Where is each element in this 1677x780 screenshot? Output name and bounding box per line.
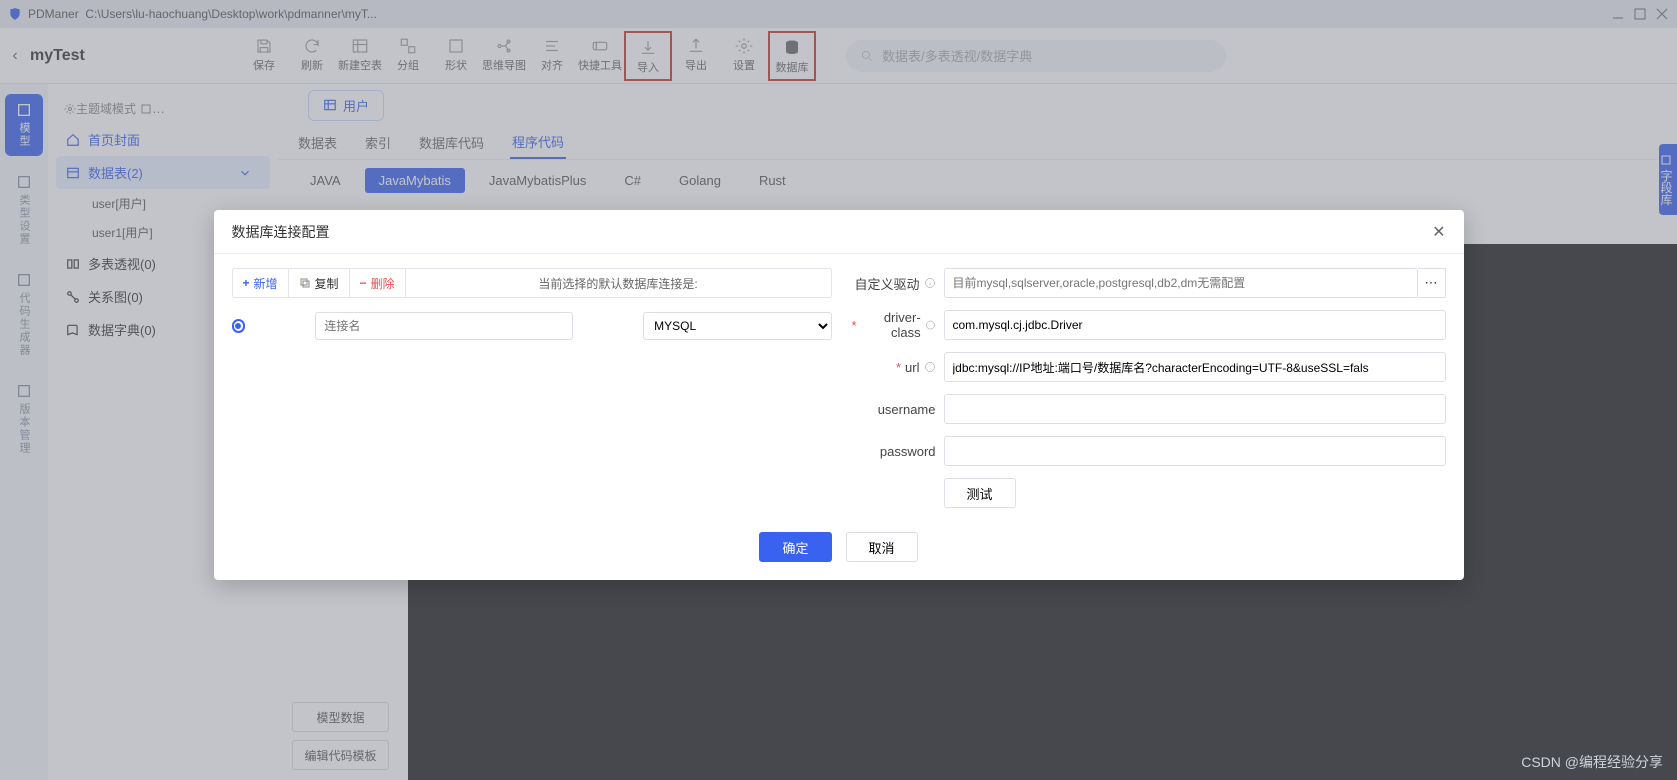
info-icon (924, 277, 936, 289)
modal-overlay: 数据库连接配置 ✕ +新增 复制 −删除 当前选择的默认数据库连接是: MYSQ… (0, 0, 1677, 780)
info-icon (925, 319, 936, 331)
conn-radio[interactable] (232, 319, 246, 333)
delete-conn-button[interactable]: −删除 (350, 269, 406, 297)
watermark: CSDN @编程经验分享 (1521, 752, 1663, 772)
url-input[interactable] (944, 352, 1446, 382)
url-label: *url (852, 360, 944, 375)
ok-button[interactable]: 确定 (759, 532, 831, 562)
info-icon (924, 361, 936, 373)
default-conn-hint: 当前选择的默认数据库连接是: (406, 269, 831, 297)
driver-more-button[interactable]: ⋯ (1418, 268, 1446, 298)
connection-row: MYSQL (232, 312, 832, 340)
driver-class-label: *driver-class (852, 310, 944, 340)
close-icon[interactable]: ✕ (1432, 222, 1445, 242)
copy-conn-button[interactable]: 复制 (289, 269, 350, 297)
conn-name-input[interactable] (315, 312, 573, 340)
password-input[interactable] (944, 436, 1446, 466)
copy-icon (299, 277, 311, 289)
modal-left: +新增 复制 −删除 当前选择的默认数据库连接是: MYSQL (232, 268, 832, 508)
db-connection-modal: 数据库连接配置 ✕ +新增 复制 −删除 当前选择的默认数据库连接是: MYSQ… (214, 210, 1464, 580)
test-conn-button[interactable]: 测试 (944, 478, 1016, 508)
modal-footer: 确定 取消 (214, 522, 1464, 580)
modal-header: 数据库连接配置 ✕ (214, 210, 1464, 254)
password-label: password (852, 444, 944, 459)
cancel-button[interactable]: 取消 (846, 532, 918, 562)
custom-driver-input[interactable] (944, 268, 1418, 298)
username-input[interactable] (944, 394, 1446, 424)
driver-class-input[interactable] (944, 310, 1446, 340)
modal-title: 数据库连接配置 (232, 222, 330, 242)
modal-right: 自定义驱动 ⋯ *driver-class *url username (852, 268, 1446, 508)
db-type-select[interactable]: MYSQL (643, 312, 831, 340)
conn-list-toolbar: +新增 复制 −删除 当前选择的默认数据库连接是: (232, 268, 832, 298)
username-label: username (852, 402, 944, 417)
add-conn-button[interactable]: +新增 (233, 269, 289, 297)
custom-driver-label: 自定义驱动 (852, 274, 944, 293)
